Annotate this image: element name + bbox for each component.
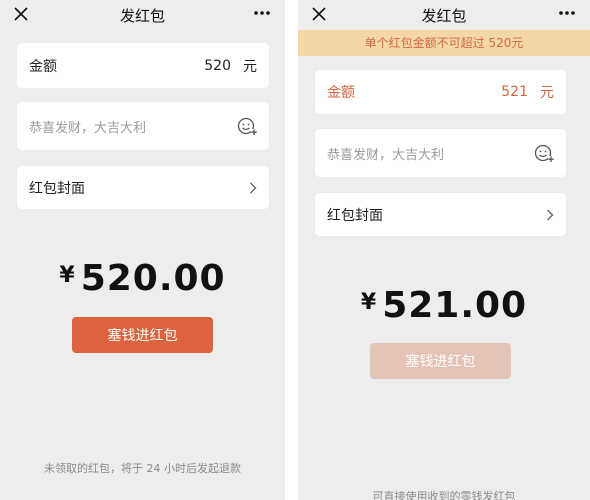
total-amount: ¥520.00: [0, 258, 285, 299]
refund-notice: 未领取的红包，将于 24 小时后发起退款: [44, 462, 241, 475]
page-title: 发红包: [421, 7, 467, 25]
amount-label: 金额: [327, 85, 355, 101]
greeting-placeholder: 恭喜发财，大吉大利: [29, 120, 147, 136]
limit-warning-banner: 单个红包金额不可超过 520元: [298, 30, 590, 56]
amount-value[interactable]: 520: [204, 58, 231, 74]
amount-unit: 元: [243, 58, 257, 75]
total-amount: ¥521.00: [298, 285, 590, 326]
cover-row[interactable]: 红包封面: [315, 193, 566, 236]
more-icon[interactable]: [253, 10, 271, 16]
send-button[interactable]: 塞钱进红包: [72, 317, 213, 353]
nav-bar: 发红包: [0, 0, 285, 30]
change-notice: 可直接使用收到的零钱发红包: [372, 490, 516, 500]
amount-field[interactable]: 金额 520 元: [17, 43, 269, 88]
left-screen: 发红包 金额 520 元 恭喜发财，大吉大利 红包封面 ¥520.00 塞钱进红…: [0, 0, 285, 500]
cover-label: 红包封面: [29, 180, 85, 197]
right-screen: 发红包 单个红包金额不可超过 520元 金额 521 元 恭喜发财，大吉大利 红…: [298, 0, 590, 500]
total-value: 520.00: [80, 258, 226, 299]
nav-bar: 发红包: [298, 0, 590, 30]
greeting-placeholder: 恭喜发财，大吉大利: [327, 147, 445, 163]
emoji-add-icon[interactable]: [237, 116, 257, 136]
chevron-right-icon: [250, 182, 257, 193]
amount-label: 金额: [29, 58, 57, 75]
cover-label: 红包封面: [327, 207, 383, 224]
page-title: 发红包: [119, 7, 165, 25]
emoji-add-icon[interactable]: [534, 143, 554, 163]
more-icon[interactable]: [558, 10, 576, 16]
cover-row[interactable]: 红包封面: [17, 166, 269, 209]
chevron-right-icon: [547, 209, 554, 220]
greeting-field[interactable]: 恭喜发财，大吉大利: [17, 102, 269, 150]
send-button[interactable]: 塞钱进红包: [370, 343, 511, 379]
amount-value[interactable]: 521: [501, 84, 528, 100]
greeting-field[interactable]: 恭喜发财，大吉大利: [315, 129, 566, 177]
amount-unit: 元: [540, 85, 554, 101]
currency-symbol: ¥: [59, 263, 75, 288]
currency-symbol: ¥: [360, 290, 377, 315]
amount-field[interactable]: 金额 521 元: [315, 70, 566, 114]
total-value: 521.00: [382, 285, 528, 326]
